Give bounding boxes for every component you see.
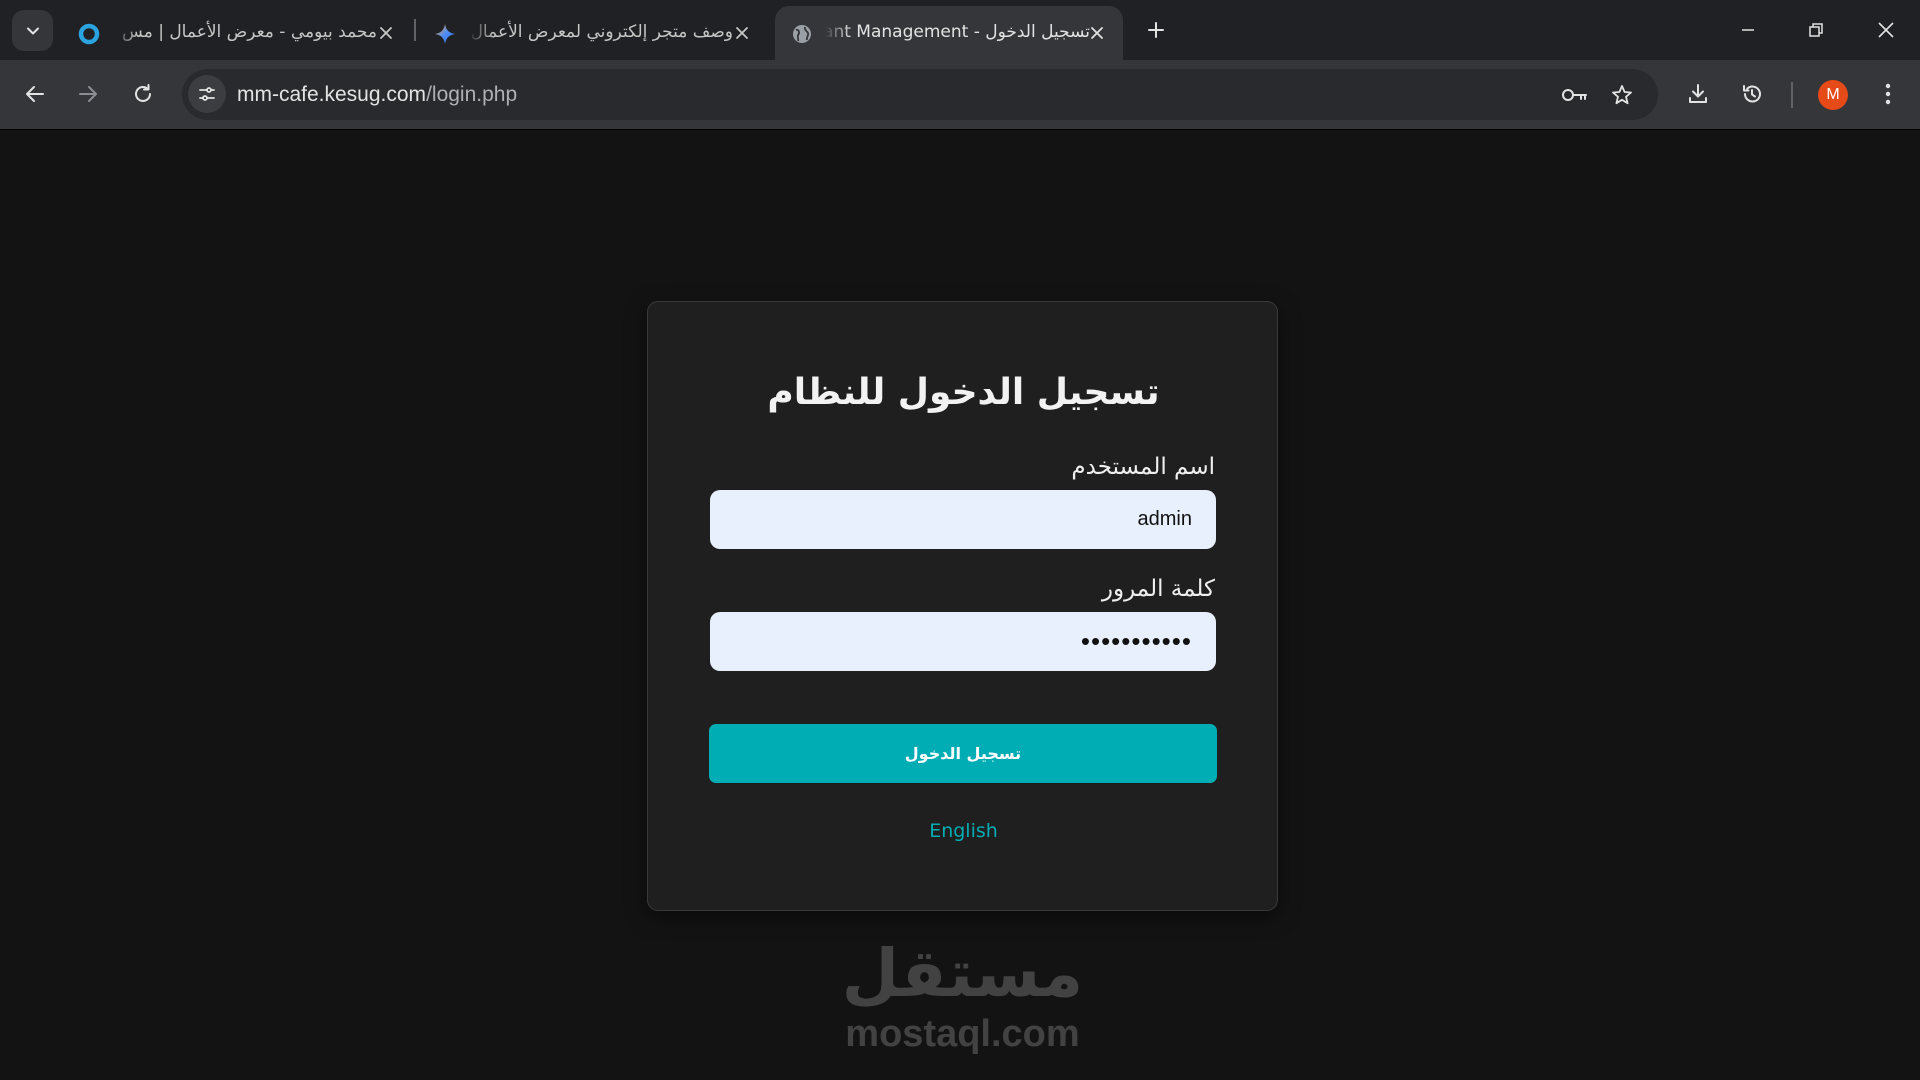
tab-store-description[interactable]: وصف متجر إلكتروني لمعرض الأعمال xyxy=(418,6,768,60)
url-path: /login.php xyxy=(426,83,518,106)
tune-icon xyxy=(199,87,215,101)
watermark-latin: mostaql.com xyxy=(845,1013,1080,1055)
chevron-down-icon xyxy=(26,27,39,34)
forward-button[interactable] xyxy=(68,74,108,114)
close-window-button[interactable] xyxy=(1864,10,1908,50)
restore-icon xyxy=(1809,23,1823,37)
key-icon xyxy=(1562,89,1587,101)
password-input[interactable] xyxy=(710,612,1216,671)
globe-icon xyxy=(791,23,813,45)
minimize-button[interactable] xyxy=(1726,10,1770,50)
address-bar[interactable]: mm-cafe.kesug.com/login.php xyxy=(182,69,1658,120)
url-text: mm-cafe.kesug.com/login.php xyxy=(237,69,517,120)
login-button[interactable]: تسجيل الدخول xyxy=(709,724,1217,783)
toolbar-border xyxy=(0,129,1920,130)
toolbar-divider xyxy=(1791,82,1793,108)
tab-search-button[interactable] xyxy=(12,10,53,51)
tab-portfolio[interactable]: محمد بيومي - معرض الأعمال | مس xyxy=(62,6,412,60)
mostaql-ring-icon xyxy=(78,23,100,45)
username-input[interactable] xyxy=(710,490,1216,549)
bookmark-star-button[interactable] xyxy=(1605,78,1639,112)
reload-icon xyxy=(135,84,151,102)
gemini-sparkle-icon xyxy=(434,23,456,45)
url-host: mm-cafe.kesug.com xyxy=(237,83,427,106)
page-title: تسجيل الدخول للنظام xyxy=(767,372,1160,413)
restore-button[interactable] xyxy=(1794,10,1838,50)
star-icon xyxy=(1612,85,1632,105)
password-label: كلمة المرور xyxy=(1101,576,1215,602)
close-tab-icon[interactable] xyxy=(730,21,754,45)
menu-button[interactable] xyxy=(1868,74,1908,114)
plus-icon xyxy=(1148,22,1164,38)
back-button[interactable] xyxy=(15,74,55,114)
username-label: اسم المستخدم xyxy=(1071,454,1215,480)
tab-title: وصف متجر إلكتروني لمعرض الأعمال xyxy=(470,22,733,42)
tab-strip: محمد بيومي - معرض الأعمال | مس وصف متجر … xyxy=(0,0,1920,60)
browser-toolbar: mm-cafe.kesug.com/login.php M xyxy=(0,60,1920,129)
password-key-button[interactable] xyxy=(1558,78,1592,112)
download-icon xyxy=(1689,84,1707,103)
tab-title: محمد بيومي - معرض الأعمال | مس xyxy=(122,22,377,42)
close-tab-icon[interactable] xyxy=(1085,21,1109,45)
reload-button[interactable] xyxy=(123,74,163,114)
minimize-icon xyxy=(1742,29,1754,31)
arrow-left-icon xyxy=(26,86,44,102)
mostaql-watermark: مستقل mostaql.com xyxy=(840,935,1085,1058)
history-icon xyxy=(1743,85,1761,103)
tab-separator xyxy=(414,19,416,41)
more-vertical-icon xyxy=(1885,83,1891,105)
close-tab-icon[interactable] xyxy=(374,21,398,45)
tab-title: تسجيل الدخول - Restaurant Management xyxy=(825,22,1090,42)
close-icon xyxy=(1878,22,1894,38)
history-button[interactable] xyxy=(1732,74,1772,114)
site-info-button[interactable] xyxy=(188,75,226,113)
downloads-button[interactable] xyxy=(1678,74,1718,114)
profile-avatar[interactable]: M xyxy=(1818,80,1848,110)
language-switch-link[interactable]: English xyxy=(648,820,1279,842)
tab-login-active[interactable]: تسجيل الدخول - Restaurant Management xyxy=(775,6,1123,60)
arrow-right-icon xyxy=(79,86,97,102)
login-card: تسجيل الدخول للنظام اسم المستخدم كلمة ال… xyxy=(647,301,1278,911)
new-tab-button[interactable] xyxy=(1142,16,1170,44)
watermark-arabic: مستقل xyxy=(841,935,1084,1012)
